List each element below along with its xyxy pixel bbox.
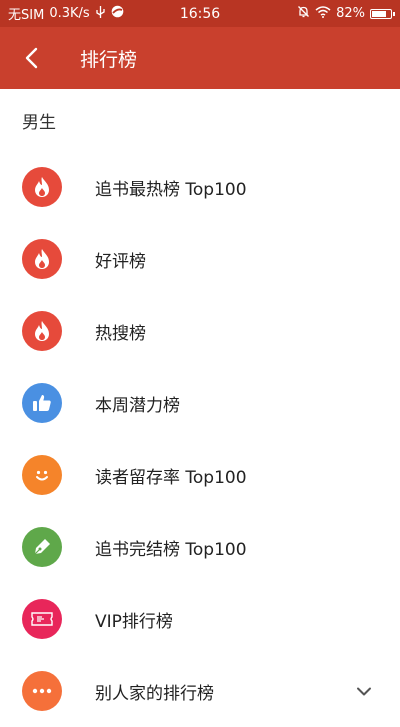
- back-button[interactable]: [0, 27, 62, 89]
- item-label: 读者留存率 Top100: [95, 467, 247, 488]
- item-label: 别人家的排行榜: [95, 683, 214, 704]
- ranking-list: 追书最热榜 Top100 好评榜 热搜榜 本周潜力榜 读者留存率 Top100 …: [0, 151, 400, 727]
- item-icon-circle: [22, 311, 62, 351]
- status-bar: 无SIM 0.3K/s 16:56 82%: [0, 0, 400, 27]
- page-title: 排行榜: [80, 48, 138, 71]
- item-icon-circle: [22, 455, 62, 495]
- item-icon-circle: [22, 599, 62, 639]
- list-item[interactable]: 好评榜: [0, 223, 400, 295]
- flame-icon: [35, 177, 49, 197]
- back-arrow-icon: [25, 47, 38, 69]
- ticket-icon: [31, 612, 53, 626]
- chevron-down-icon[interactable]: [356, 682, 372, 701]
- item-icon-circle: [22, 671, 62, 711]
- list-item[interactable]: 热搜榜: [0, 295, 400, 367]
- item-icon-circle: [22, 527, 62, 567]
- item-label: 追书最热榜 Top100: [95, 179, 247, 200]
- list-item[interactable]: VIP排行榜: [0, 583, 400, 655]
- item-label: 热搜榜: [95, 323, 146, 344]
- list-item[interactable]: 追书完结榜 Top100: [0, 511, 400, 583]
- wifi-icon: [315, 5, 331, 22]
- list-item[interactable]: 本周潜力榜: [0, 367, 400, 439]
- section-header-male: 男生: [22, 112, 56, 133]
- item-label: 追书完结榜 Top100: [95, 539, 247, 560]
- battery-icon: [370, 8, 395, 19]
- pen-icon: [34, 539, 50, 555]
- network-speed: 0.3K/s: [49, 6, 90, 21]
- flame-icon: [35, 321, 49, 341]
- item-icon-circle: [22, 239, 62, 279]
- item-icon-circle: [22, 167, 62, 207]
- usb-icon: [95, 5, 106, 22]
- toolbar: 排行榜: [0, 27, 400, 89]
- carrier-text: 无SIM: [8, 8, 45, 23]
- list-item-expandable[interactable]: 别人家的排行榜: [0, 655, 400, 727]
- thumbs-up-icon: [33, 395, 51, 411]
- item-icon-circle: [22, 383, 62, 423]
- item-label: 本周潜力榜: [95, 395, 180, 416]
- item-label: 好评榜: [95, 251, 146, 272]
- more-icon: [32, 688, 52, 694]
- smile-icon: [36, 470, 48, 481]
- status-left: 无SIM 0.3K/s: [8, 4, 124, 23]
- list-item[interactable]: 追书最热榜 Top100: [0, 151, 400, 223]
- alarm-off-icon: [297, 5, 310, 22]
- status-right: 82%: [297, 5, 395, 22]
- browser-icon: [111, 5, 124, 22]
- item-label: VIP排行榜: [95, 611, 173, 632]
- list-item[interactable]: 读者留存率 Top100: [0, 439, 400, 511]
- battery-percent: 82%: [336, 6, 365, 21]
- flame-icon: [35, 249, 49, 269]
